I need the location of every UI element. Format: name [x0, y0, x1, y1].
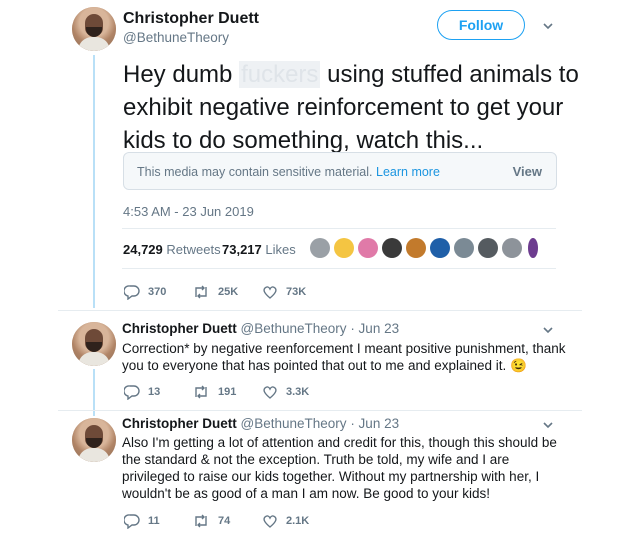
author-handle[interactable]: @BethuneTheory [123, 30, 229, 45]
avatar[interactable] [72, 418, 116, 462]
divider [58, 410, 582, 411]
sensitive-media-notice[interactable]: This media may contain sensitive materia… [123, 152, 557, 190]
likes-count: 73,217 [222, 242, 262, 257]
likes-label: Likes [265, 242, 296, 257]
learn-more-link[interactable]: Learn more [376, 165, 440, 179]
reply-action[interactable]: 13 [124, 384, 160, 400]
reply-text: Also I'm getting a lot of attention and … [122, 435, 557, 501]
chevron-down-icon[interactable] [542, 20, 554, 32]
retweet-count: 74 [218, 515, 231, 527]
retweet-action[interactable]: 25K [192, 284, 238, 300]
retweets-stat[interactable]: 24,729 Retweets [123, 242, 221, 257]
like-count: 73K [286, 286, 307, 298]
chevron-down-icon[interactable] [542, 324, 554, 336]
avatar[interactable] [72, 322, 116, 366]
reply-icon [124, 514, 140, 529]
reply-header: Christopher Duett @BethuneTheory · Jun 2… [122, 416, 399, 431]
retweet-icon [195, 385, 207, 399]
retweet-icon [195, 285, 207, 299]
heart-icon [263, 386, 277, 399]
liker-avatar[interactable] [430, 238, 450, 258]
retweet-count: 25K [218, 286, 239, 298]
like-count: 3.3K [286, 386, 310, 398]
liker-avatar[interactable] [358, 238, 378, 258]
thread-line [93, 369, 95, 416]
likes-stat[interactable]: 73,217 Likes [222, 242, 296, 257]
retweets-count: 24,729 [123, 242, 163, 257]
divider [122, 228, 556, 229]
reply-action[interactable]: 11 [124, 513, 160, 529]
reply-text: Correction* by negative reenforcement I … [122, 341, 566, 373]
like-count: 2.1K [286, 515, 310, 527]
reply-header: Christopher Duett @BethuneTheory · Jun 2… [122, 321, 399, 336]
author-name[interactable]: Christopher Duett [123, 10, 259, 28]
retweet-action[interactable]: 74 [192, 513, 230, 529]
retweet-count: 191 [218, 386, 237, 398]
censored-word: fuckers [239, 61, 321, 88]
liker-avatar[interactable] [334, 238, 354, 258]
liker-avatar[interactable] [478, 238, 498, 258]
divider [122, 268, 556, 269]
reply-author-name[interactable]: Christopher Duett [122, 416, 237, 431]
retweet-icon [195, 514, 207, 528]
divider [58, 310, 582, 311]
tweet-text-part1: Hey dumb [123, 61, 240, 88]
chevron-down-icon[interactable] [542, 419, 554, 431]
like-action[interactable]: 73K [262, 284, 306, 300]
tweet-timestamp[interactable]: 4:53 AM - 23 Jun 2019 [123, 204, 254, 219]
reply-icon [124, 285, 140, 300]
reply-author-name[interactable]: Christopher Duett [122, 321, 237, 336]
sensitive-message: This media may contain sensitive materia… [137, 165, 440, 179]
liker-avatar[interactable] [406, 238, 426, 258]
like-action[interactable]: 3.3K [262, 384, 309, 400]
like-action[interactable]: 2.1K [262, 513, 309, 529]
reply-date[interactable]: · Jun 23 [350, 416, 399, 431]
reply-count: 370 [148, 286, 167, 298]
liker-avatar[interactable] [528, 238, 538, 258]
sensitive-message-text: This media may contain sensitive materia… [137, 165, 373, 179]
reply-action[interactable]: 370 [124, 284, 166, 300]
view-button[interactable]: View [513, 164, 542, 179]
reply-author-handle[interactable]: @BethuneTheory [241, 321, 347, 336]
reply-icon [124, 385, 140, 400]
follow-button[interactable]: Follow [437, 10, 525, 40]
liker-avatar[interactable] [454, 238, 474, 258]
heart-icon [263, 515, 277, 528]
liker-avatar[interactable] [502, 238, 522, 258]
tweet-text: Hey dumb fuckers using stuffed animals t… [123, 58, 583, 157]
retweets-label: Retweets [166, 242, 221, 257]
reply-count: 13 [148, 386, 161, 398]
reply-count: 11 [148, 515, 160, 527]
heart-icon [263, 286, 277, 299]
reply-date[interactable]: · Jun 23 [350, 321, 399, 336]
liker-avatar[interactable] [310, 238, 330, 258]
reply-author-handle[interactable]: @BethuneTheory [241, 416, 347, 431]
thread-line [93, 55, 95, 308]
avatar[interactable] [72, 7, 116, 51]
retweet-action[interactable]: 191 [192, 384, 236, 400]
liker-avatar[interactable] [382, 238, 402, 258]
